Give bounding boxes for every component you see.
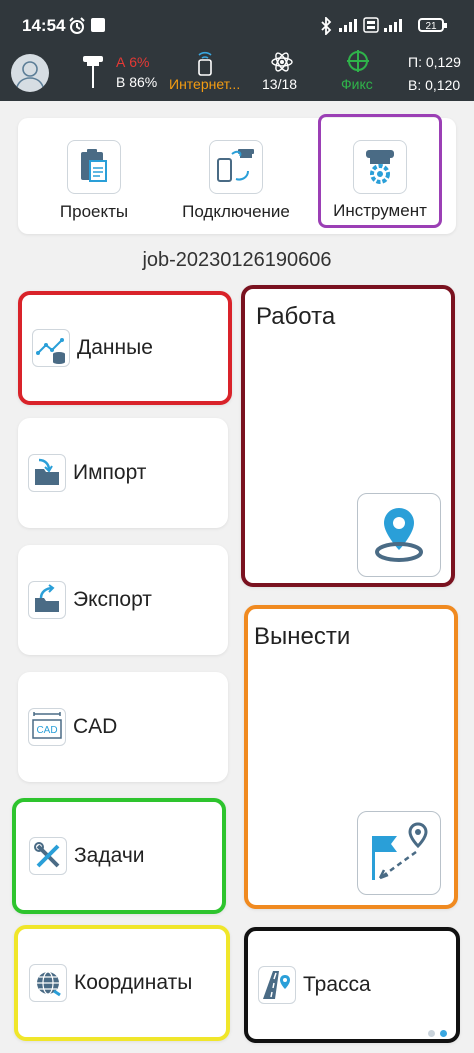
rover-stat-a: А 6% — [116, 54, 150, 70]
data-label: Данные — [77, 336, 153, 359]
projects-button[interactable]: Проекты — [48, 118, 140, 234]
status-bar: 14:54 21 — [0, 0, 474, 52]
device-connection-icon — [209, 140, 263, 194]
cad-label: CAD — [73, 715, 118, 738]
cad-icon: CAD — [28, 708, 66, 746]
stakeout-tile[interactable]: Вынести — [244, 605, 458, 909]
status-time: 14:54 — [22, 16, 66, 35]
avatar[interactable] — [11, 54, 49, 92]
export-tile[interactable]: Экспорт — [18, 545, 228, 655]
precision-horizontal: П: 0,129 — [408, 54, 461, 70]
connection-label: Подключение — [182, 202, 290, 221]
route-label: Трасса — [303, 973, 371, 996]
top-menu-card: Проекты Подключение Инструмент — [18, 114, 456, 234]
signal-icon — [338, 17, 360, 38]
connection-button[interactable]: Подключение — [172, 118, 300, 234]
tools-icon — [29, 837, 67, 875]
notification-square-icon — [90, 17, 106, 38]
clipboard-icon — [67, 140, 121, 194]
work-tile[interactable]: Работа — [241, 285, 455, 587]
precision-vertical: В: 0,120 — [408, 77, 461, 93]
export-label: Экспорт — [73, 588, 152, 611]
coordinates-tile[interactable]: Координаты — [14, 925, 230, 1041]
battery-icon: 21 — [418, 18, 447, 32]
page-dot-active[interactable] — [440, 1030, 447, 1037]
stakeout-label: Вынести — [254, 623, 351, 650]
stakeout-flag-icon — [357, 811, 441, 895]
import-label: Импорт — [73, 461, 147, 484]
instrument-button[interactable]: Инструмент — [318, 114, 442, 228]
svg-text:CAD: CAD — [36, 725, 57, 736]
folder-import-icon — [28, 454, 66, 492]
connection-status: Интернет... — [169, 76, 241, 92]
coordinates-label: Координаты — [74, 971, 193, 994]
volte-icon — [363, 17, 379, 38]
folder-export-icon — [28, 581, 66, 619]
tasks-label: Задачи — [74, 844, 145, 867]
fix-status: Фикс — [341, 76, 373, 92]
satellite-count: 13/18 — [262, 76, 298, 92]
projects-label: Проекты — [59, 202, 129, 221]
satellite-atom-icon — [270, 50, 294, 79]
page-dot[interactable] — [428, 1030, 435, 1037]
fix-crosshair-icon — [346, 49, 370, 78]
page-indicator — [428, 1024, 452, 1042]
gnss-receiver-settings-icon — [353, 140, 407, 194]
data-tile[interactable]: Данные — [18, 291, 232, 405]
alarm-icon — [68, 17, 86, 40]
road-route-icon — [258, 966, 296, 1004]
rover-antenna-icon — [80, 54, 106, 95]
cad-tile[interactable]: CAD CAD — [18, 672, 228, 782]
tasks-tile[interactable]: Задачи — [12, 798, 226, 914]
work-label: Работа — [256, 303, 336, 330]
job-name: job-20230126190606 — [142, 249, 332, 271]
signal-4g-icon — [382, 17, 408, 38]
location-pin-icon — [357, 493, 441, 577]
gnss-status-header: А 6% В 86% Интернет... 13/18 Фикс П: 0,1… — [0, 49, 474, 101]
import-tile[interactable]: Импорт — [18, 418, 228, 528]
instrument-label: Инструмент — [333, 201, 427, 220]
rover-stat-b: В 86% — [116, 74, 158, 90]
globe-icon — [29, 964, 67, 1002]
data-chart-icon — [32, 329, 70, 367]
bluetooth-icon — [320, 15, 332, 40]
app-top-bar: 14:54 21 А 6% В 86% Интернет... 13/18 Фи… — [0, 0, 474, 101]
